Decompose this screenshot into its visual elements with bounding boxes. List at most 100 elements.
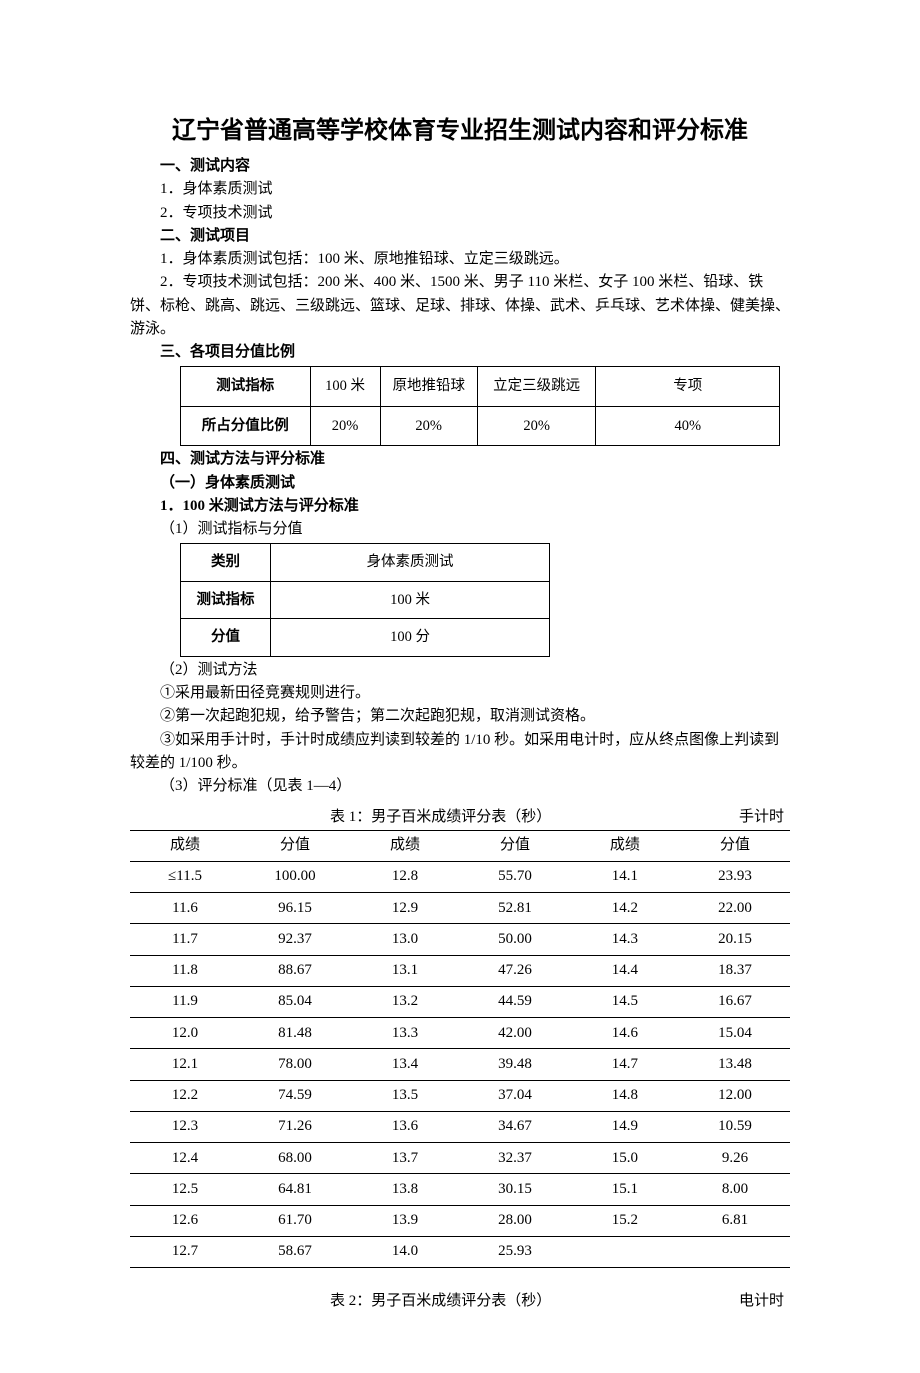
prop-r2-c1: 20% [310,406,380,445]
table-cell: 96.15 [240,893,350,924]
table-cell: 23.93 [680,861,790,892]
table-cell: 13.1 [350,955,460,986]
table-cell: 6.81 [680,1205,790,1236]
table-cell: 55.70 [460,861,570,892]
table-row: ≤11.5100.0012.855.7014.123.93 [130,861,790,892]
section-4-sub3: （1）测试指标与分值 [130,518,790,541]
method-2: ②第一次起跑犯规，给予警告；第二次起跑犯规，取消测试资格。 [130,705,790,728]
method-1: ①采用最新田径竞赛规则进行。 [130,682,790,705]
std-heading: （3）评分标准（见表 1—4） [130,775,790,798]
table-row: 11.792.3713.050.0014.320.15 [130,924,790,955]
table-cell: 34.67 [460,1111,570,1142]
table-row: 12.564.8113.830.1515.18.00 [130,1174,790,1205]
table-cell: 13.6 [350,1111,460,1142]
table-cell: 12.3 [130,1111,240,1142]
table-cell: 74.59 [240,1080,350,1111]
table-cell: 12.7 [130,1236,240,1267]
table-cell: 37.04 [460,1080,570,1111]
table-cell: 50.00 [460,924,570,955]
col-b3: 分值 [680,830,790,861]
table-cell: 13.8 [350,1174,460,1205]
prop-r2-c4: 40% [596,406,780,445]
cat-r1-l: 类别 [181,544,271,581]
table-cell: 13.2 [350,986,460,1017]
section-2-p2: 2．专项技术测试包括：200 米、400 米、1500 米、男子 110 米栏、… [130,271,790,341]
table-cell: 15.04 [680,1018,790,1049]
table-cell: 11.8 [130,955,240,986]
table-cell: 20.15 [680,924,790,955]
table-cell: 47.26 [460,955,570,986]
prop-r2-c2: 20% [380,406,477,445]
cat-r3-l: 分值 [181,619,271,656]
table-cell: 12.2 [130,1080,240,1111]
section-4-sub1: （一）身体素质测试 [130,472,790,495]
method-3: ③如采用手计时，手计时成绩应判读到较差的 1/10 秒。如采用电计时，应从终点图… [130,729,790,776]
section-4-sub2: 1．100 米测试方法与评分标准 [130,495,790,518]
table-cell: 13.3 [350,1018,460,1049]
table-cell: 18.37 [680,955,790,986]
table-row: 12.661.7013.928.0015.26.81 [130,1205,790,1236]
score-table-header-row: 成绩 分值 成绩 分值 成绩 分值 [130,830,790,861]
proportion-table: 测试指标 100 米 原地推铅球 立定三级跳远 专项 所占分值比例 20% 20… [180,366,780,446]
score-table-1: 成绩 分值 成绩 分值 成绩 分值 ≤11.5100.0012.855.7014… [130,830,790,1269]
table-cell: 81.48 [240,1018,350,1049]
table-cell: 64.81 [240,1174,350,1205]
category-table: 类别 身体素质测试 测试指标 100 米 分值 100 分 [180,543,550,656]
table-cell: 11.6 [130,893,240,924]
table-cell: 15.0 [570,1143,680,1174]
table-cell: 11.9 [130,986,240,1017]
table-cell [680,1236,790,1267]
table-row: 12.178.0013.439.4814.713.48 [130,1049,790,1080]
table1-header: 表 1：男子百米成绩评分表（秒） 手计时 [130,806,790,829]
table-cell: 92.37 [240,924,350,955]
table-cell: 13.4 [350,1049,460,1080]
table-cell: 22.00 [680,893,790,924]
table-cell: 13.5 [350,1080,460,1111]
table-cell: 28.00 [460,1205,570,1236]
table-cell: 58.67 [240,1236,350,1267]
table-cell: 32.37 [460,1143,570,1174]
table-cell: 25.93 [460,1236,570,1267]
col-b1: 分值 [240,830,350,861]
table-row: 12.274.5913.537.0414.812.00 [130,1080,790,1111]
table-row: 11.888.6713.147.2614.418.37 [130,955,790,986]
table-cell [570,1236,680,1267]
table-cell: 42.00 [460,1018,570,1049]
table-cell: 71.26 [240,1111,350,1142]
table-cell: 14.1 [570,861,680,892]
table-cell: 14.5 [570,986,680,1017]
section-2-p1: 1．身体素质测试包括：100 米、原地推铅球、立定三级跳远。 [130,248,790,271]
table-cell: 9.26 [680,1143,790,1174]
table-cell: 10.59 [680,1111,790,1142]
table-cell: 88.67 [240,955,350,986]
table-cell: 14.7 [570,1049,680,1080]
col-a1: 成绩 [130,830,240,861]
table-cell: 14.0 [350,1236,460,1267]
prop-r1-c1: 100 米 [310,367,380,406]
table-cell: 100.00 [240,861,350,892]
table-cell: 14.6 [570,1018,680,1049]
table-cell: 14.4 [570,955,680,986]
table-cell: 11.7 [130,924,240,955]
table-row: 12.081.4813.342.0014.615.04 [130,1018,790,1049]
prop-r1-label: 测试指标 [181,367,311,406]
section-1-item-1: 1．身体素质测试 [130,178,790,201]
table-cell: 12.0 [130,1018,240,1049]
table-cell: 30.15 [460,1174,570,1205]
table-cell: 61.70 [240,1205,350,1236]
table-cell: 68.00 [240,1143,350,1174]
table-cell: 13.0 [350,924,460,955]
section-3-heading: 三、各项目分值比例 [130,341,790,364]
prop-r2-label: 所占分值比例 [181,406,311,445]
table-cell: 14.3 [570,924,680,955]
table-row: 11.696.1512.952.8114.222.00 [130,893,790,924]
table-cell: 15.1 [570,1174,680,1205]
col-a3: 成绩 [570,830,680,861]
table-cell: 12.9 [350,893,460,924]
table-cell: 12.6 [130,1205,240,1236]
table-cell: 14.8 [570,1080,680,1111]
cat-r2-v: 100 米 [271,581,550,618]
table-cell: 12.4 [130,1143,240,1174]
table-row: 12.371.2613.634.6714.910.59 [130,1111,790,1142]
method-heading: （2）测试方法 [130,659,790,682]
